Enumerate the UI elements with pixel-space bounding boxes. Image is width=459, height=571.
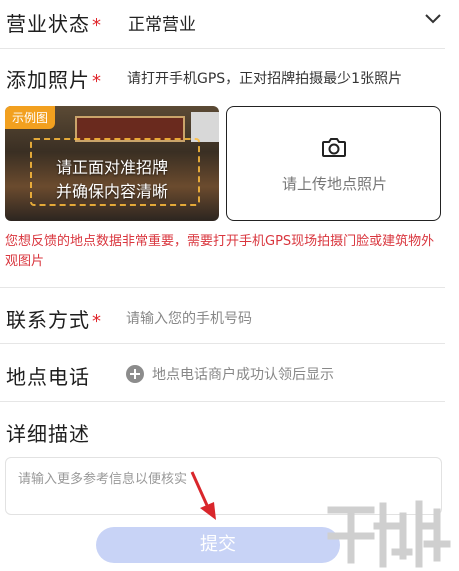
photo-warning: 您想反馈的地点数据非常重要，需要打开手机GPS现场拍摄门脸或建筑物外观图片 bbox=[5, 234, 435, 269]
contact-input[interactable]: 请输入您的手机号码 bbox=[126, 308, 252, 328]
photo-label: 添加照片 * bbox=[6, 68, 102, 92]
example-photo: 示例图 请正面对准招牌 并确保内容清晰 bbox=[5, 106, 219, 221]
example-tag: 示例图 bbox=[5, 106, 56, 129]
contact-label: 联系方式 * bbox=[6, 308, 102, 332]
red-arrow-annotation bbox=[190, 471, 216, 520]
submit-button[interactable]: 提交 bbox=[96, 527, 340, 563]
upload-photo-button[interactable]: 请上传地点照片 bbox=[226, 106, 441, 221]
photo-hint: 请打开手机GPS，正对招牌拍摄最少1张照片 bbox=[127, 71, 403, 87]
example-text-line2: 并确保内容清晰 bbox=[55, 182, 168, 201]
divider bbox=[0, 401, 445, 402]
example-text-line1: 请正面对准招牌 bbox=[55, 158, 168, 177]
camera-icon bbox=[322, 138, 346, 157]
watermark-logo bbox=[327, 500, 451, 568]
plus-circle-icon[interactable] bbox=[126, 365, 144, 383]
status-select[interactable]: 正常营业 bbox=[128, 10, 196, 35]
status-label: 营业状态 * bbox=[6, 12, 102, 36]
upload-text: 请上传地点照片 bbox=[281, 175, 387, 193]
divider bbox=[0, 48, 445, 49]
divider bbox=[0, 287, 445, 288]
chevron-down-icon[interactable] bbox=[423, 12, 443, 26]
description-placeholder: 请输入更多参考信息以便核实 bbox=[18, 472, 188, 487]
phone-label: 地点电话 bbox=[6, 365, 90, 389]
divider bbox=[0, 343, 445, 344]
phone-hint: 地点电话商户成功认领后显示 bbox=[152, 367, 334, 383]
description-label: 详细描述 bbox=[6, 422, 90, 446]
